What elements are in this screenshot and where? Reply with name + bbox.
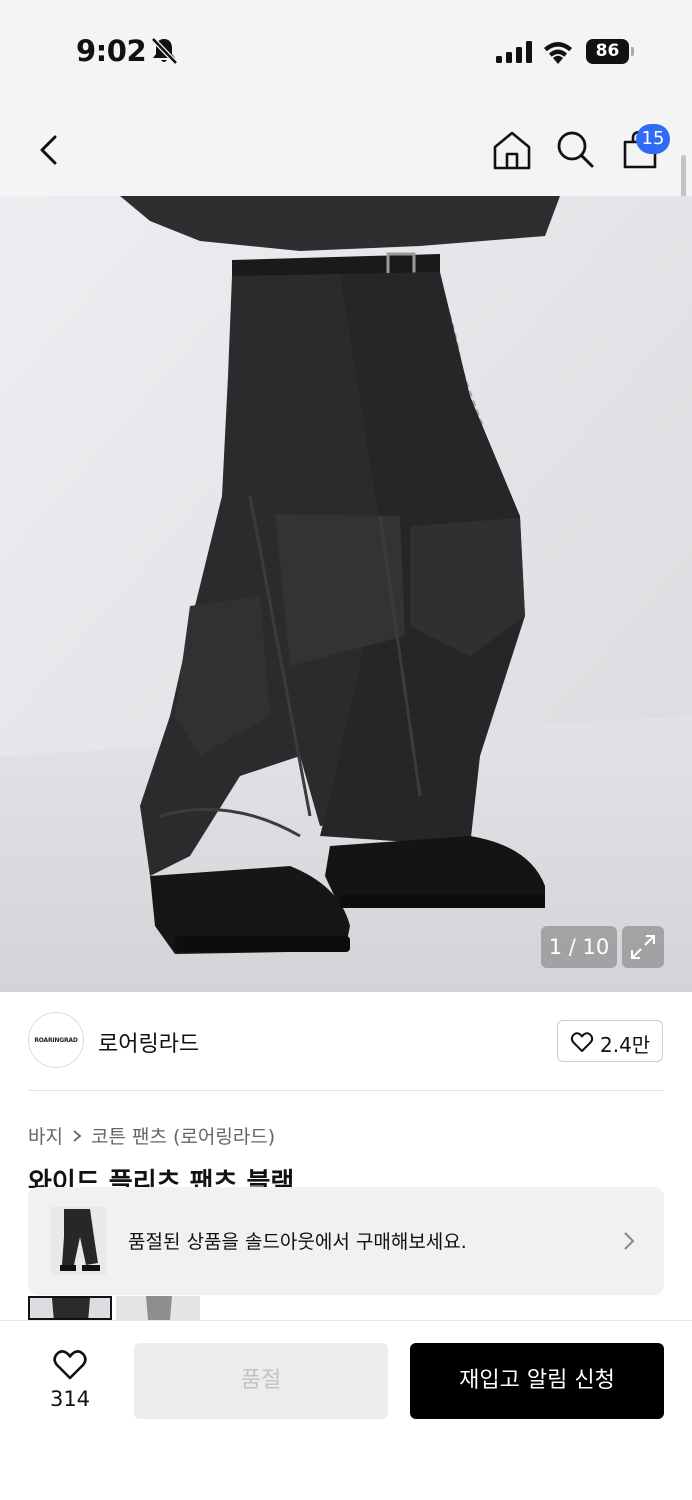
chevron-right-icon	[73, 1129, 82, 1142]
brand-name[interactable]: 로어링라드	[98, 1026, 199, 1058]
status-time: 9:02	[76, 34, 147, 68]
soldout-banner-text: 품절된 상품을 솔드아웃에서 구매해보세요.	[128, 1231, 467, 1253]
cart-count-badge: 15	[636, 124, 670, 154]
brand-like-count: 2.4만	[600, 1033, 651, 1057]
home-icon[interactable]	[490, 128, 534, 172]
wish-count: 314	[49, 1387, 91, 1411]
soldout-banner[interactable]: 품절된 상품을 솔드아웃에서 구매해보세요.	[28, 1187, 664, 1295]
nav-bar	[0, 100, 692, 196]
product-image[interactable]	[0, 196, 692, 992]
product-photo	[0, 196, 692, 992]
soldout-button: 품절	[134, 1343, 388, 1419]
restock-alert-button[interactable]: 재입고 알림 신청	[410, 1343, 664, 1419]
breadcrumb-subcategory[interactable]: 코튼 팬츠 (로어링라드)	[91, 1122, 275, 1149]
chevron-right-icon	[624, 1232, 635, 1250]
search-icon[interactable]	[554, 128, 596, 170]
status-bar: 9:02 86	[0, 0, 692, 100]
brand-logo[interactable]: ROARINGRAD	[28, 1012, 84, 1068]
cellular-signal-icon	[496, 41, 532, 63]
wifi-icon	[544, 42, 572, 64]
bottom-action-bar: 314 품절 재입고 알림 신청	[0, 1320, 692, 1500]
bell-slash-icon	[151, 37, 178, 65]
heart-icon	[570, 1032, 594, 1052]
gallery-page-counter: 1 / 10	[541, 926, 617, 968]
product-title: 와이드 플리츠 팬츠 블랙	[28, 1168, 295, 1188]
expand-icon[interactable]	[622, 926, 664, 968]
brand-row: ROARINGRAD 로어링라드 2.4만	[0, 992, 692, 1092]
divider	[28, 1090, 664, 1091]
chevron-left-icon[interactable]	[34, 130, 66, 170]
battery-level: 86	[586, 39, 629, 64]
brand-like-button[interactable]: 2.4만	[557, 1020, 663, 1062]
breadcrumb-category[interactable]: 바지	[28, 1122, 63, 1149]
heart-icon[interactable]	[52, 1349, 88, 1381]
breadcrumb: 바지 코튼 팬츠 (로어링라드)	[28, 1122, 275, 1149]
gallery-thumbnail[interactable]	[28, 1296, 112, 1320]
battery-icon: 86	[586, 39, 634, 64]
gallery-thumbnail[interactable]	[116, 1296, 200, 1320]
banner-thumbnail	[50, 1207, 106, 1275]
